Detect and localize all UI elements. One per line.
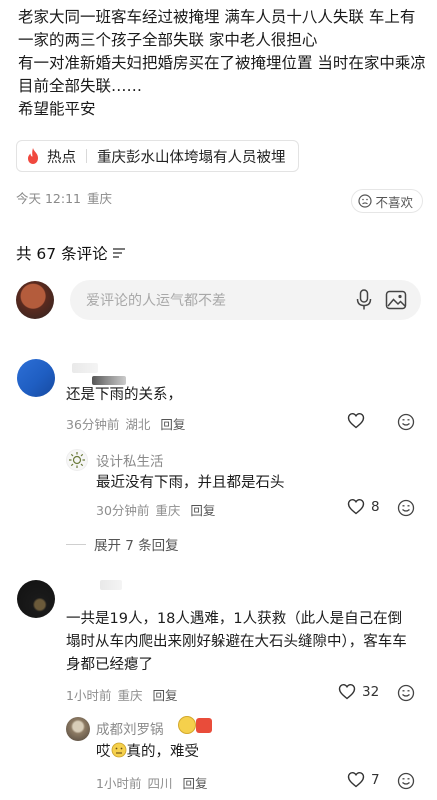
my-avatar[interactable] (16, 281, 54, 319)
post-location: 重庆 (87, 191, 113, 206)
comment-location: 四川 (147, 776, 173, 791)
divider (86, 149, 87, 163)
dislike-label: 不喜欢 (375, 194, 413, 210)
expand-replies-label: 展开 7 条回复 (94, 538, 179, 554)
comment-text: 一共是19人，18人遇难，1人获救（此人是自己在倒塌时从车内爬出来刚好躲避在大石… (66, 611, 407, 673)
expand-replies-button[interactable]: 展开 7 条回复 (66, 534, 179, 554)
emoji-reaction-icon[interactable] (397, 684, 415, 702)
avatar[interactable] (17, 580, 55, 618)
emoji-reaction-icon[interactable] (397, 413, 415, 431)
comment-time: 1小时前 (96, 776, 142, 791)
comment-location: 湖北 (125, 417, 151, 432)
comment-meta: 36分钟前 湖北 回复 (66, 414, 185, 433)
sub-reply-meta: 1小时前 四川 回复 (96, 773, 207, 792)
reply-button[interactable]: 回复 (160, 414, 185, 433)
like-count: 32 (362, 683, 380, 700)
comment-text: 还是下雨的关系， (66, 387, 182, 403)
like-button[interactable]: 32 (338, 683, 379, 700)
hot-topic-title: 重庆彭水山体垮塌有人员被埋 (97, 149, 286, 166)
post-line: 希望能平安 (18, 100, 96, 118)
badge-emoji-icon (178, 716, 196, 734)
like-button[interactable]: 7 (347, 771, 380, 788)
reply-button[interactable]: 回复 (190, 500, 215, 519)
avatar[interactable] (17, 359, 55, 397)
sub-reply-text: 最近没有下雨，并且都是石头 (96, 475, 285, 491)
sub-reply-meta: 30分钟前 重庆 回复 (96, 500, 215, 519)
microphone-icon[interactable] (355, 289, 373, 311)
heart-icon (347, 498, 365, 515)
post-time: 今天 12:11 (16, 191, 81, 206)
comment-time: 1小时前 (66, 688, 112, 703)
comment-input[interactable]: 爱评论的人运气都不差 (70, 280, 421, 320)
post-line: 老家大同一班客车经过被掩埋 满车人员十八人失联 车上有一家的两三个孩子全部失联 … (18, 8, 416, 49)
comment-location: 重庆 (117, 688, 143, 703)
sub-reply-text-part: 真的，难受 (126, 744, 200, 760)
sub-reply-text-part: 哎 (96, 744, 111, 760)
heart-icon (338, 683, 356, 700)
like-button[interactable] (347, 412, 371, 429)
divider (66, 543, 86, 545)
comment-location: 重庆 (155, 503, 181, 518)
comment-count-label: 共 67 条评论 (16, 245, 108, 263)
dislike-button[interactable]: 不喜欢 (351, 189, 423, 213)
username-redacted[interactable] (100, 580, 122, 590)
reply-button[interactable]: 回复 (152, 685, 177, 704)
comment-time: 36分钟前 (66, 417, 120, 432)
image-icon[interactable] (385, 289, 407, 311)
sort-icon (112, 248, 125, 258)
comment-meta: 1小时前 重庆 回复 (66, 685, 177, 704)
badge-red-icon (196, 718, 212, 733)
avatar[interactable] (66, 717, 90, 741)
comment-time: 30分钟前 (96, 503, 150, 518)
hot-label: 热点 (47, 149, 76, 166)
like-count: 8 (371, 498, 380, 515)
heart-icon (347, 412, 365, 429)
post-body: 老家大同一班客车经过被掩埋 满车人员十八人失联 车上有一家的两三个孩子全部失联 … (18, 6, 428, 121)
sad-face-icon (358, 194, 373, 208)
sub-reply-text: 哎真的，难受 (96, 741, 199, 764)
sub-reply-username[interactable]: 设计私生活 (96, 450, 164, 470)
sun-icon (69, 452, 85, 468)
emoji-reaction-icon[interactable] (397, 772, 415, 790)
comment-input-placeholder: 爱评论的人运气都不差 (86, 293, 226, 309)
like-count: 7 (371, 771, 380, 788)
heart-icon (347, 771, 365, 788)
username-redacted[interactable] (72, 363, 98, 373)
post-meta: 今天 12:11 重庆 (16, 188, 112, 207)
emoji-reaction-icon[interactable] (397, 499, 415, 517)
post-line: 有一对准新婚夫妇把婚房买在了被掩埋位置 当时在家中乘凉目前全部失联…… (18, 54, 426, 95)
fire-icon (28, 148, 38, 164)
reply-button[interactable]: 回复 (182, 773, 207, 792)
avatar[interactable] (66, 449, 88, 471)
like-button[interactable]: 8 (347, 498, 380, 515)
hot-topic-tag[interactable]: 热点 重庆彭水山体垮塌有人员被埋 (16, 140, 299, 172)
comment-count[interactable]: 共 67 条评论 (16, 242, 126, 264)
sub-reply-username[interactable]: 成都刘罗锅 (96, 718, 164, 738)
sad-emoji-icon (111, 742, 126, 758)
